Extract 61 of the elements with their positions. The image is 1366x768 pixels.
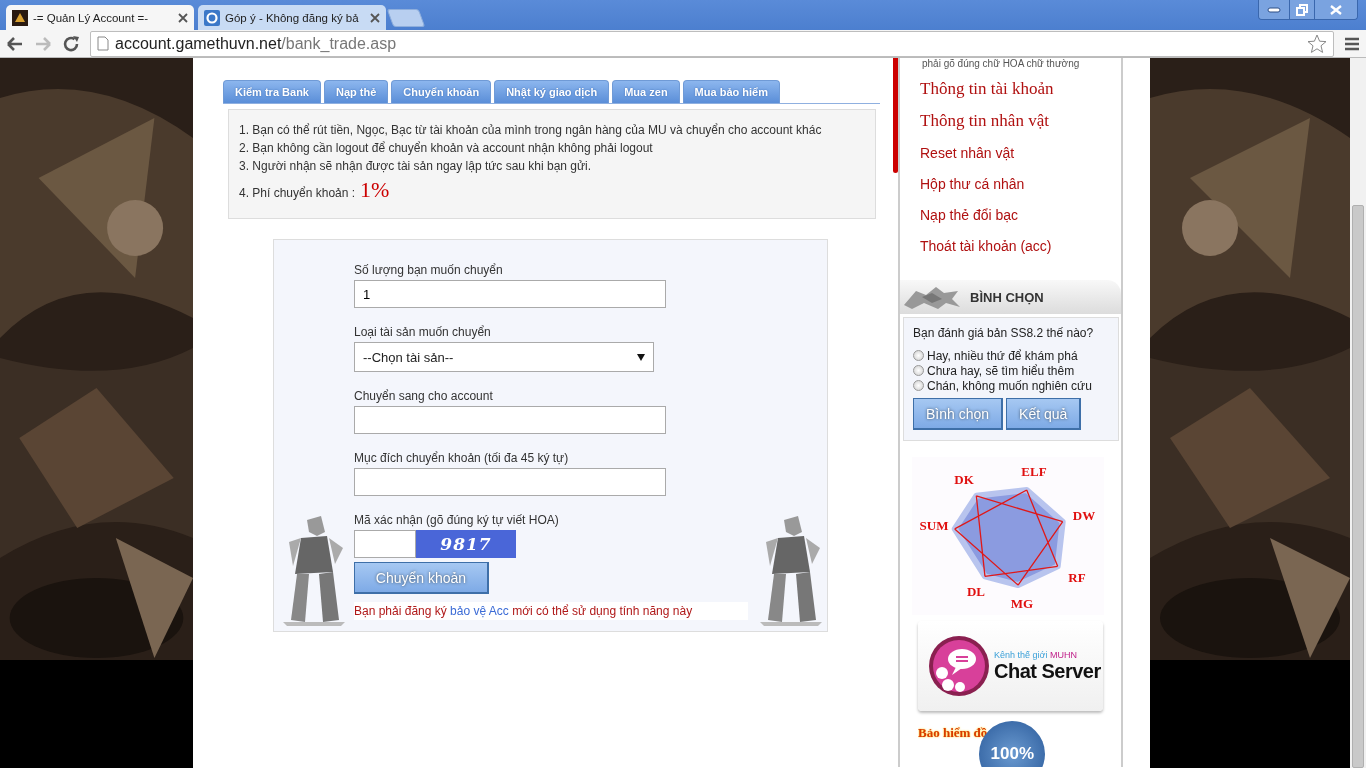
game-favicon-icon	[12, 9, 28, 26]
info-text: 1. Bạn có thể rút tiền, Ngọc, Bạc từ tài khoản của mình trong ngân hàng của MU và chuyển cho account khác	[239, 122, 823, 139]
class-label: DW	[1072, 508, 1096, 523]
input-field[interactable]	[354, 468, 666, 496]
input-field[interactable]	[354, 406, 666, 434]
class-label: DL	[966, 584, 986, 599]
menu-link[interactable]: Hộp thư cá nhân	[920, 171, 1121, 202]
address-bar[interactable]: account.gamethuvn.net/bank_trade.asp	[90, 30, 1334, 57]
banner-title: Chat Server	[994, 659, 1101, 683]
menu-link[interactable]: Thoát tài khoản (acc)	[920, 233, 1121, 264]
class-label: DK	[954, 472, 974, 487]
field-label: Số lượng bạn muốn chuyển	[354, 262, 504, 278]
close-icon[interactable]	[178, 12, 188, 23]
notice-text: Bạn phải đăng ký bảo vệ Acc mới có thể sử dụng tính năng này	[354, 602, 748, 620]
fee-value: 1%	[360, 177, 390, 203]
class-label: SUM	[919, 518, 949, 533]
option-label: Hay, nhiều thứ để khám phá	[927, 348, 1078, 363]
close-icon[interactable]	[370, 12, 380, 23]
menu-link[interactable]: Thông tin tài khoản	[920, 76, 1121, 108]
field-label: Mã xác nhận (gõ đúng ký tự viết HOA)	[354, 512, 560, 528]
menu-link[interactable]: Reset nhân vật	[920, 140, 1121, 171]
reload-icon[interactable]	[62, 34, 80, 53]
class-label: MG	[1010, 596, 1034, 611]
fee-label: 4. Phí chuyển khoản :	[239, 185, 356, 202]
browser-tab[interactable]: -= Quản Lý Account =-	[6, 5, 194, 30]
info-text: 2. Bạn không cần logout để chuyển khoản và account nhận không phải logout	[239, 140, 654, 157]
dropdown-arrow-icon	[637, 353, 645, 361]
menu-icon[interactable]	[1344, 36, 1360, 51]
poll-title: BÌNH CHỌN	[970, 289, 1044, 305]
menu-link[interactable]: Thông tin nhân vật	[920, 108, 1121, 140]
info-text: 3. Người nhận sẽ nhận được tài sản ngay lập tức sau khi bạn gửi.	[239, 158, 593, 175]
letter-favicon-icon	[204, 9, 220, 26]
protect-account-link[interactable]: bảo vệ Acc	[450, 604, 509, 618]
poll-question: Bạn đánh giá bản SS8.2 thế nào?	[913, 326, 1095, 340]
input-field[interactable]: 1	[354, 280, 666, 308]
class-label: RF	[1068, 570, 1086, 585]
forward-icon[interactable]	[34, 35, 52, 52]
option-label: Chưa hay, sẽ tìm hiểu thêm	[927, 363, 1075, 378]
browser-tab[interactable]: Góp ý - Không đăng ký bả	[198, 5, 386, 30]
hint-text: phải gõ đúng chữ HOA chữ thường	[921, 58, 1081, 71]
minimize-icon[interactable]	[1267, 6, 1281, 13]
back-icon[interactable]	[6, 35, 24, 52]
restore-icon[interactable]	[1296, 3, 1308, 16]
menu-link[interactable]: Nạp thẻ đổi bạc	[920, 202, 1121, 233]
page-icon	[97, 36, 109, 51]
class-label: ELF	[1021, 464, 1047, 479]
radio-button[interactable]	[913, 350, 924, 361]
chat-bubble-icon	[928, 635, 990, 697]
new-tab-button[interactable]	[386, 9, 426, 27]
radio-button[interactable]	[913, 380, 924, 391]
field-label: Chuyển sang cho account	[354, 388, 494, 404]
asset-dropdown[interactable]: --Chọn tài sản--	[354, 342, 654, 372]
banner-caption: Kênh thế giới MUHN	[994, 649, 1078, 660]
option-label: Chán, không muốn nghiên cứu	[927, 378, 1092, 393]
field-label: Loại tài sản muốn chuyển	[354, 324, 492, 340]
captcha-image: 9817	[416, 530, 516, 558]
captcha-field[interactable]	[354, 530, 416, 558]
star-icon[interactable]	[1307, 33, 1327, 54]
chat-server-banner[interactable]: Kênh thế giới MUHN Chat Server	[918, 621, 1103, 711]
radio-button[interactable]	[913, 365, 924, 376]
field-label: Mục đích chuyển khoản (tối đa 45 ký tự)	[354, 450, 570, 466]
